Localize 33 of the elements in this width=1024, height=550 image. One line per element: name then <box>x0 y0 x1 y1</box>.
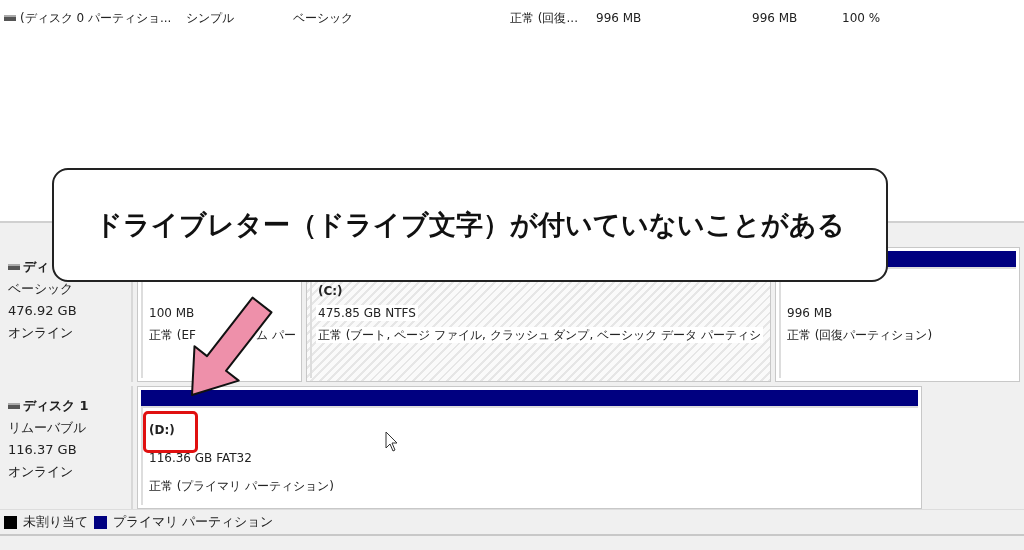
partition-status: ム パー <box>255 327 297 344</box>
drive-icon <box>8 403 20 410</box>
table-cell-text: 996 MB <box>596 11 643 25</box>
disk-size: 476.92 GB <box>8 303 78 320</box>
disk-type: ベーシック <box>8 281 74 298</box>
partition-status: 正常 (回復パーティション) <box>786 327 934 344</box>
disk-status: オンライン <box>8 464 74 481</box>
table-cell-text: 996 MB <box>752 11 799 25</box>
callout-text: ドライブレター（ドライブ文字）が付いていないことがある <box>95 208 845 242</box>
volume-name: (ディスク 0 パーティショ... <box>4 9 186 27</box>
disk-name: ディスク 1 <box>8 398 131 415</box>
cursor-icon <box>385 431 399 453</box>
partition-size: 996 MB <box>786 305 834 322</box>
legend-label: プライマリ パーティション <box>113 513 274 532</box>
table-cell-text: 100 % <box>842 11 882 25</box>
partition-size: 116.36 GB FAT32 <box>148 450 253 467</box>
partition-status: 正常 (ブート, ページ ファイル, クラッシュ ダンプ, ベーシック データ パーティシ <box>316 327 763 344</box>
partition-status: 正常 (プライマリ パーティション) <box>148 478 335 495</box>
legend-label: 未割り当て <box>23 513 88 532</box>
disk-type: リムーバブル <box>8 420 87 437</box>
partition-size: 100 MB <box>148 305 196 322</box>
partition[interactable]: (D:) 116.36 GB FAT32 正常 (プライマリ パーティション) <box>137 386 922 510</box>
disk-size: 116.37 GB <box>8 442 78 459</box>
partition-status: 正常 (EF <box>148 327 197 344</box>
drive-icon <box>8 264 20 271</box>
table-cell-text: ベーシック <box>293 9 354 27</box>
drive-letter: (D:) <box>148 422 176 439</box>
table-cell-text: 正常 (回復... <box>510 9 579 27</box>
disk-status: オンライン <box>8 325 74 342</box>
table-cell-text: シンプル <box>186 9 235 27</box>
drive-letter: (C:) <box>317 283 344 300</box>
drive-icon <box>4 15 16 21</box>
partition-size: 475.85 GB NTFS <box>316 305 418 322</box>
